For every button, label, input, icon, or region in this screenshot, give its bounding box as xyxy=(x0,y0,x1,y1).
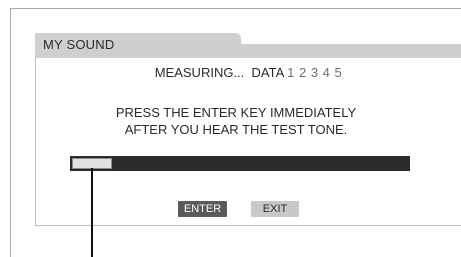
data-step-indicator: 1 2 3 4 5 xyxy=(287,65,343,80)
dialog-body xyxy=(35,58,461,226)
status-label: MEASURING... DATA xyxy=(154,65,288,80)
exit-button[interactable]: EXIT xyxy=(251,201,299,217)
dialog-title: MY SOUND xyxy=(43,37,115,52)
instruction-text: PRESS THE ENTER KEY IMMEDIATELY AFTER YO… xyxy=(115,105,357,137)
measurement-progress-bar xyxy=(70,156,410,171)
callout-pointer-line xyxy=(91,168,93,257)
measurement-status: MEASURING... DATA 1 2 3 4 5 xyxy=(0,65,461,80)
enter-button[interactable]: ENTER xyxy=(178,201,227,217)
